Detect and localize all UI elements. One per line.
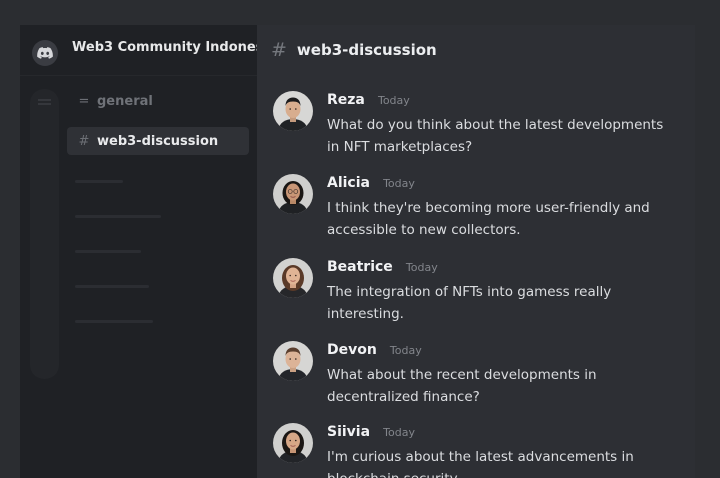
menu-icon[interactable] (38, 99, 51, 108)
timestamp: Today (383, 426, 415, 439)
message-header: Siivia Today (327, 421, 415, 440)
message-header: Devon Today (327, 339, 422, 358)
channel-sidebar: Web3 Community Indonesia = general # web… (20, 25, 277, 478)
placeholder-line (75, 320, 153, 323)
author-name[interactable]: Siivia (327, 424, 370, 440)
author-name[interactable]: Alicia (327, 175, 370, 191)
chat-panel: # web3-discussion Reza Today What do you… (257, 25, 695, 478)
message-text: The integration of NFTs into gamess real… (327, 284, 612, 322)
server-name: Web3 Community Indonesia (72, 40, 277, 55)
hash-icon: = (78, 93, 90, 109)
discord-logo-icon (32, 40, 58, 66)
message-header: Beatrice Today (327, 256, 438, 275)
message-text: What do you think about the latest devel… (327, 117, 664, 155)
placeholder-line (75, 250, 141, 253)
hash-icon: # (271, 39, 287, 61)
timestamp: Today (405, 261, 438, 274)
app-window: Web3 Community Indonesia = general # web… (20, 25, 695, 478)
hash-icon: # (78, 133, 90, 149)
avatar[interactable] (273, 174, 313, 214)
author-name[interactable]: Beatrice (327, 259, 393, 275)
author-name[interactable]: Devon (327, 342, 377, 358)
avatar[interactable] (273, 423, 313, 463)
message-text: I think they're becoming more user-frien… (327, 200, 650, 238)
channel-item-web3-discussion[interactable]: # web3-discussion (67, 127, 249, 155)
placeholder-line (75, 180, 123, 183)
message-text: What about the recent developments in de… (327, 367, 597, 405)
timestamp: Today (389, 344, 422, 357)
timestamp: Today (383, 177, 415, 190)
placeholder-line (75, 215, 161, 218)
message-header: Reza Today (327, 89, 410, 108)
channel-label: general (97, 93, 153, 109)
avatar[interactable] (273, 258, 313, 298)
author-name[interactable]: Reza (327, 92, 365, 108)
message-text: I'm curious about the latest advancement… (327, 449, 634, 478)
channel-item-general[interactable]: = general (67, 87, 249, 115)
timestamp: Today (377, 94, 410, 107)
chat-header: # web3-discussion (257, 25, 695, 75)
placeholder-line (75, 285, 149, 288)
avatar[interactable] (273, 91, 313, 131)
avatar[interactable] (273, 341, 313, 381)
server-header[interactable]: Web3 Community Indonesia (20, 25, 277, 76)
channel-title: web3-discussion (296, 41, 437, 59)
message-header: Alicia Today (327, 172, 415, 191)
server-rail (30, 89, 59, 379)
channel-label: web3-discussion (97, 133, 219, 149)
